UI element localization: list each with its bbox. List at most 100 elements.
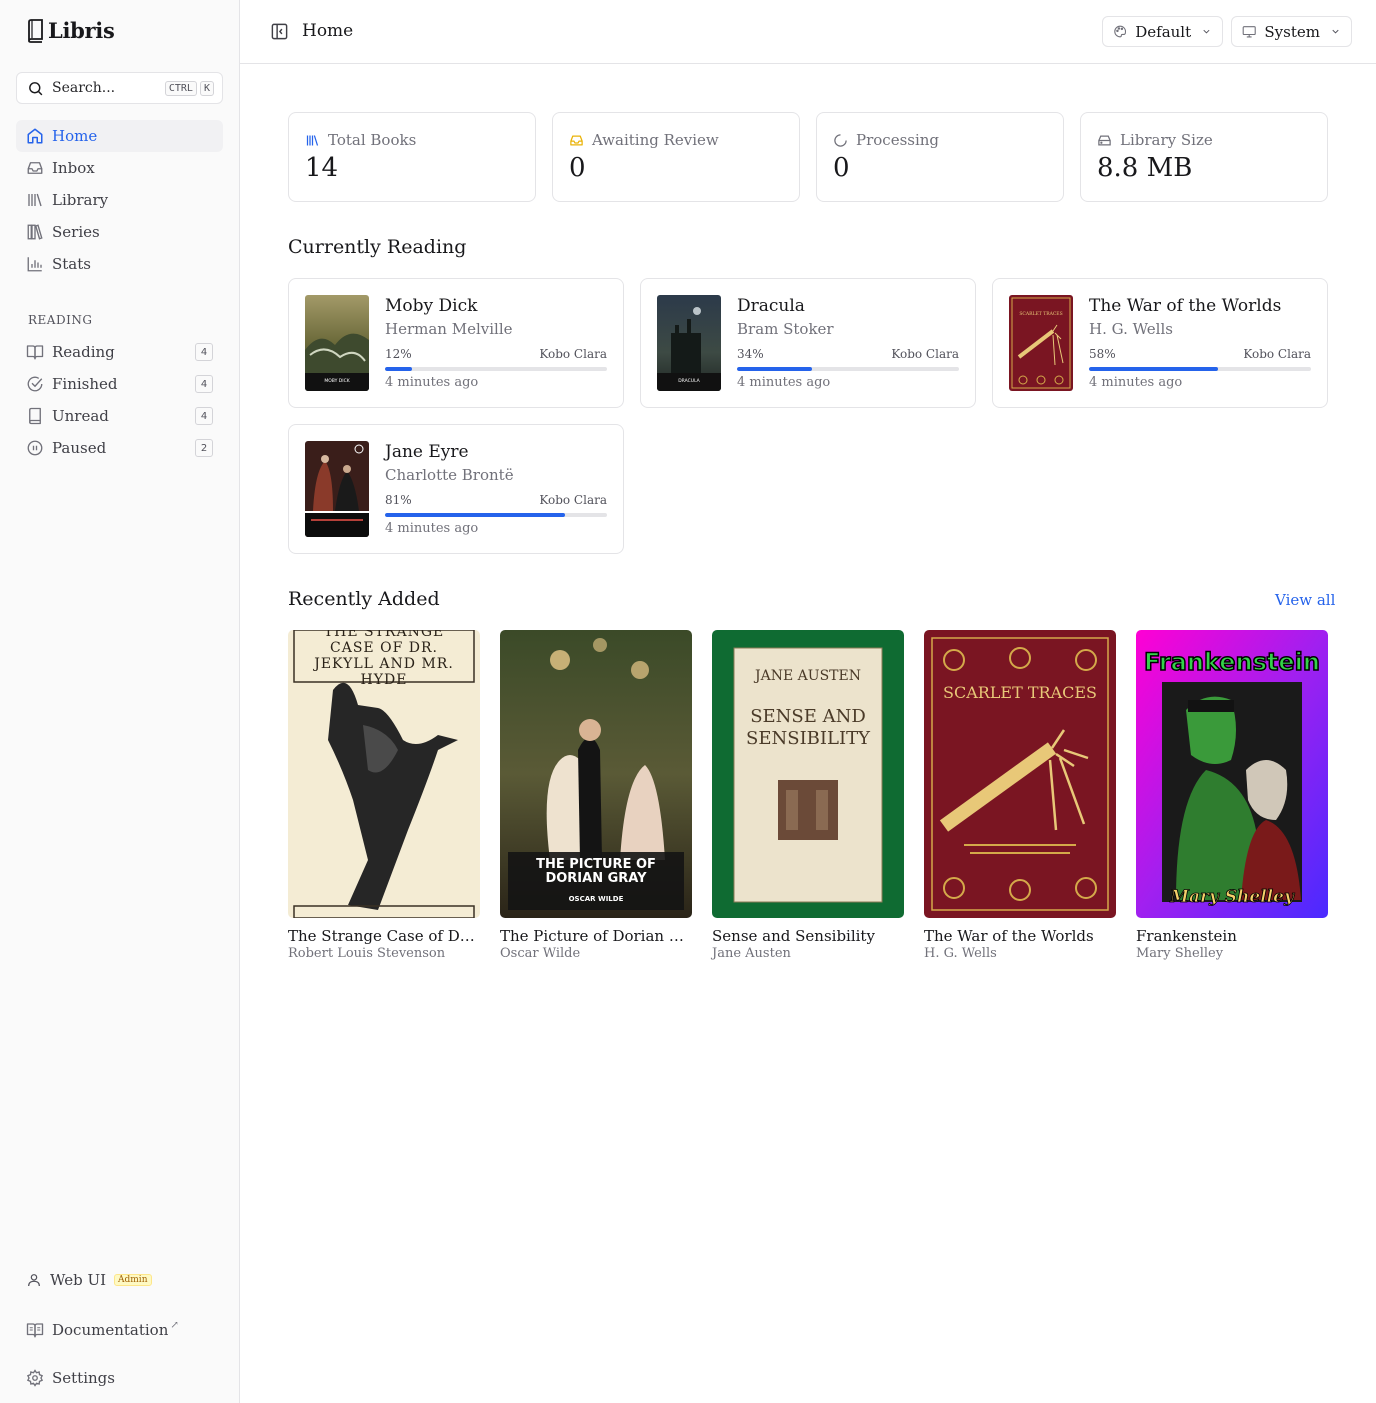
reading-card[interactable]: SCARLET TRACES The War of the Worlds H. …: [992, 278, 1328, 408]
svg-text:DRACULA: DRACULA: [678, 378, 700, 384]
check-circle-icon: [27, 376, 43, 392]
progress-percent: 58%: [1089, 347, 1116, 361]
book-cover: MOBY DICK: [305, 295, 369, 391]
stat-value: 8.8 MB: [1097, 153, 1193, 183]
mode-dropdown[interactable]: System: [1231, 16, 1352, 47]
nav-item-home[interactable]: Home: [16, 120, 223, 152]
count-badge: 2: [195, 439, 213, 457]
book-title: Sense and Sensibility: [712, 927, 875, 945]
book-cover: THE STRANGE CASE OF DR. JEKYLL AND MR. H…: [288, 630, 480, 918]
reading-card[interactable]: DRACULA Dracula Bram Stoker 34% Kobo Cla…: [640, 278, 976, 408]
recent-book-card[interactable]: SCARLET TRACES The War of the Worlds H. …: [924, 630, 1116, 961]
nav-item-paused[interactable]: Paused 2: [16, 432, 223, 464]
book-title: The Strange Case of Dr. Jek...: [288, 927, 480, 945]
book-author: Oscar Wilde: [500, 946, 581, 961]
gear-icon: [26, 1369, 44, 1387]
recent-book-card[interactable]: THE STRANGE CASE OF DR. JEKYLL AND MR. H…: [288, 630, 480, 961]
progress-percent: 81%: [385, 493, 412, 507]
recent-book-card[interactable]: Frankenstein Mary Shelley Frankenstein M…: [1136, 630, 1328, 961]
library-icon: [28, 193, 42, 207]
count-badge: 4: [195, 343, 213, 361]
book-title: Jane Eyre: [385, 442, 469, 462]
top-header: Home Default System: [240, 0, 1376, 64]
view-all-link[interactable]: View all: [1275, 591, 1335, 609]
stat-value: 0: [833, 153, 850, 183]
series-icon: [27, 224, 43, 240]
stat-card-library-size: Library Size 8.8 MB: [1080, 112, 1328, 202]
updated-time: 4 minutes ago: [737, 375, 831, 390]
hard-drive-icon: [1098, 135, 1111, 145]
book-cover: [305, 441, 369, 537]
progress-percent: 12%: [385, 347, 412, 361]
device-name: Kobo Clara: [539, 347, 607, 361]
home-icon: [27, 128, 43, 144]
updated-time: 4 minutes ago: [1089, 375, 1183, 390]
monitor-icon: [1242, 26, 1256, 38]
nav-item-unread[interactable]: Unread 4: [16, 400, 223, 432]
progress-fill: [385, 513, 565, 517]
book-title: The War of the Worlds: [1089, 296, 1282, 316]
recently-added-title: Recently Added: [288, 588, 440, 610]
sidebar-toggle-icon[interactable]: [270, 22, 289, 41]
updated-time: 4 minutes ago: [385, 521, 479, 536]
palette-icon: [1114, 25, 1126, 38]
stat-label: Awaiting Review: [592, 131, 719, 149]
book-title: Dracula: [737, 296, 805, 316]
recent-book-card[interactable]: JANE AUSTEN SENSE AND SENSIBILITY Sense …: [712, 630, 904, 961]
updated-time: 4 minutes ago: [385, 375, 479, 390]
book-open-icon: [26, 345, 44, 360]
search-input[interactable]: Search... CTRL K: [16, 72, 223, 104]
progress-bar: [1089, 367, 1311, 371]
currently-reading-title: Currently Reading: [288, 236, 467, 258]
book-author: Mary Shelley: [1136, 946, 1224, 961]
svg-text:SCARLET TRACES: SCARLET TRACES: [943, 683, 1097, 702]
progress-bar: [385, 513, 607, 517]
book-cover: SCARLET TRACES: [924, 630, 1116, 918]
book-author: Robert Louis Stevenson: [288, 946, 446, 961]
inbox-icon: [27, 162, 43, 174]
svg-text:MOBY DICK: MOBY DICK: [324, 378, 350, 384]
recent-book-card[interactable]: THE PICTURE OF DORIAN GRAY OSCAR WILDE T…: [500, 630, 692, 961]
book-author: Herman Melville: [385, 320, 513, 338]
nav-label: Library: [52, 191, 109, 209]
inbox-icon: [570, 135, 583, 145]
svg-text:SCARLET TRACES: SCARLET TRACES: [1019, 311, 1062, 317]
settings-link[interactable]: Settings: [26, 1369, 115, 1387]
page-title: Home: [302, 21, 354, 41]
documentation-label: Documentation: [52, 1321, 169, 1339]
nav-item-library[interactable]: Library: [16, 184, 223, 216]
book-cover: THE PICTURE OF DORIAN GRAY OSCAR WILDE: [500, 630, 692, 918]
book-title: The War of the Worlds: [924, 927, 1094, 945]
shortcut-key-ctrl: CTRL: [164, 80, 197, 96]
nav-item-reading[interactable]: Reading 4: [16, 336, 223, 368]
nav-label: Paused: [52, 439, 107, 457]
book-cover: JANE AUSTEN SENSE AND SENSIBILITY: [712, 630, 904, 918]
nav-item-stats[interactable]: Stats: [16, 248, 223, 280]
nav-label: Home: [52, 127, 98, 145]
settings-label: Settings: [52, 1369, 115, 1387]
book-author: Charlotte Brontë: [385, 466, 514, 484]
reading-section-label: READING: [28, 313, 93, 327]
mode-dropdown-value: System: [1264, 22, 1320, 41]
stat-card-total-books: Total Books 14: [288, 112, 536, 202]
app-logo[interactable]: Libris: [26, 18, 115, 43]
nav-item-inbox[interactable]: Inbox: [16, 152, 223, 184]
chevron-down-icon: [1203, 29, 1210, 34]
theme-dropdown[interactable]: Default: [1102, 16, 1223, 47]
main-nav: Home Inbox Library Series Stats: [16, 120, 223, 280]
web-ui-link[interactable]: Web UI Admin: [26, 1271, 152, 1289]
reading-card[interactable]: MOBY DICK Moby Dick Herman Melville 12% …: [288, 278, 624, 408]
stat-value: 0: [569, 153, 586, 183]
nav-item-series[interactable]: Series: [16, 216, 223, 248]
loader-icon: [834, 133, 847, 147]
documentation-link[interactable]: Documentation ↗: [26, 1320, 179, 1339]
stat-label: Processing: [856, 131, 940, 149]
search-icon: [29, 81, 43, 95]
book-title: The Picture of Dorian Gray: [500, 927, 692, 945]
progress-bar: [385, 367, 607, 371]
count-badge: 4: [195, 407, 213, 425]
nav-label: Series: [52, 223, 100, 241]
nav-item-finished[interactable]: Finished 4: [16, 368, 223, 400]
progress-fill: [385, 367, 412, 371]
reading-card[interactable]: Jane Eyre Charlotte Brontë 81% Kobo Clar…: [288, 424, 624, 554]
